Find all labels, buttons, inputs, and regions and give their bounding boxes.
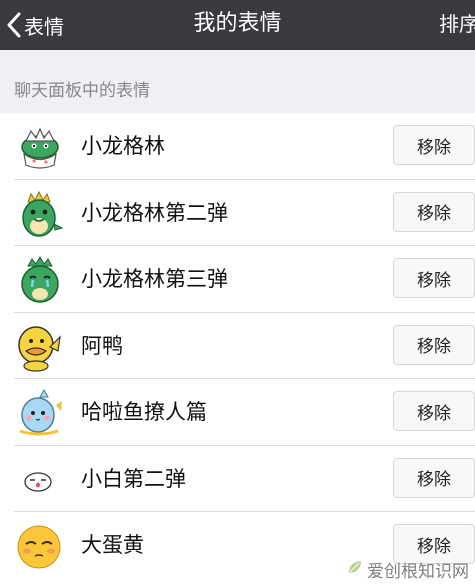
- yellow-duck-icon: [14, 321, 66, 373]
- remove-button[interactable]: 移除: [393, 191, 475, 232]
- egg-yolk-face-icon: [14, 520, 66, 572]
- list-item: 小龙格林 移除: [0, 113, 475, 180]
- section-header-label: 聊天面板中的表情: [14, 81, 150, 101]
- list-item: 小龙格林第二弹 移除: [0, 180, 475, 246]
- blue-fish-icon: [14, 387, 66, 439]
- sticker-name: 小龙格林: [81, 134, 165, 158]
- white-blob-icon: [14, 454, 66, 506]
- watermark: 爱创根知识网: [346, 557, 469, 582]
- green-dragon-icon: [14, 188, 66, 240]
- sticker-name: 哈啦鱼撩人篇: [81, 400, 207, 424]
- section-header: 聊天面板中的表情: [0, 50, 475, 113]
- remove-button[interactable]: 移除: [393, 457, 475, 498]
- list-item: 小白第二弹 移除: [0, 446, 475, 512]
- sticker-list: 小龙格林 移除 小龙格林第二弹 移除 小龙格林第三弹 移除 阿鸭 移除 哈啦鱼撩…: [0, 113, 475, 586]
- sticker-name: 小白第二弹: [81, 466, 186, 491]
- sticker-name: 小龙格林第二弹: [81, 200, 228, 225]
- remove-button[interactable]: 移除: [393, 391, 475, 431]
- navigation-bar: 表情 我的表情 排序: [0, 0, 475, 50]
- remove-button[interactable]: 移除: [393, 324, 475, 365]
- sticker-name: 小龙格林第三弹: [81, 267, 228, 291]
- leaf-logo-icon: [346, 558, 367, 581]
- green-dragon-crying-icon: [14, 254, 66, 306]
- page-title: 我的表情: [193, 11, 282, 36]
- green-dragon-eggshell-icon: [14, 121, 66, 173]
- sort-button[interactable]: 排序: [439, 0, 475, 50]
- remove-button[interactable]: 移除: [393, 258, 475, 298]
- sticker-name: 大蛋黄: [81, 533, 144, 557]
- sticker-name: 阿鸭: [81, 333, 123, 358]
- list-item: 阿鸭 移除: [0, 313, 475, 379]
- list-item: 哈啦鱼撩人篇 移除: [0, 379, 475, 446]
- remove-button[interactable]: 移除: [393, 125, 475, 165]
- watermark-text: 爱创根知识网: [367, 562, 469, 582]
- list-item: 小龙格林第三弹 移除: [0, 246, 475, 313]
